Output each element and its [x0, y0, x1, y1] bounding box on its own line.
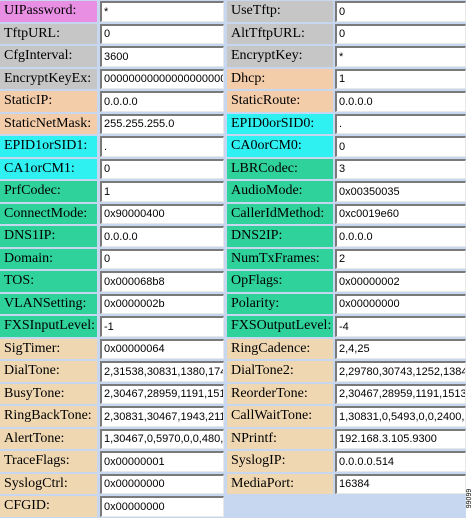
num-tx-frames-label: NumTxFrames:: [227, 248, 333, 269]
cfgid-input[interactable]: 0x00000000: [100, 496, 224, 517]
epid1or-sid1-input[interactable]: .: [100, 136, 224, 157]
call-wait-tone-label: CallWaitTone:: [227, 406, 333, 427]
sig-timer-label: SigTimer:: [0, 338, 97, 359]
uipassword-input[interactable]: *: [100, 1, 224, 22]
nprintf-input[interactable]: 192.168.3.105.9300: [335, 428, 466, 449]
ring-back-tone-input[interactable]: 2,30831,30467,1943,2111,: [100, 406, 224, 427]
use-tftp-label: UseTftp:: [227, 1, 333, 22]
cfgid-label: CFGID:: [0, 496, 97, 517]
syslog-ctrl-input[interactable]: 0x00000000: [100, 473, 224, 494]
uipassword-label: UIPassword:: [0, 1, 97, 22]
static-net-mask-input[interactable]: 255.255.255.0: [100, 113, 224, 134]
ca0or-cm0-label: CA0orCM0:: [227, 136, 333, 157]
reorder-tone-label: ReorderTone:: [227, 383, 333, 404]
static-route-input[interactable]: 0.0.0.0: [335, 91, 466, 112]
op-flags-input[interactable]: 0x00000002: [335, 271, 466, 292]
call-wait-tone-input[interactable]: 1,30831,0,5493,0,0,2400,2: [335, 406, 466, 427]
dial-tone-input[interactable]: 2,31538,30831,1380,1740,: [100, 361, 224, 382]
busy-tone-label: BusyTone:: [0, 383, 97, 404]
cfg-interval-input[interactable]: 3600: [100, 46, 224, 67]
connect-mode-input[interactable]: 0x90000400: [100, 203, 224, 224]
caller-id-method-input[interactable]: 0xc0019e60: [335, 203, 466, 224]
tftp-url-label: TftpURL:: [0, 23, 97, 44]
op-flags-label: OpFlags:: [227, 271, 333, 292]
encrypt-key-label: EncryptKey:: [227, 46, 333, 67]
fxsinput-level-label: FXSInputLevel:: [0, 316, 97, 337]
prf-codec-input[interactable]: 1: [100, 181, 224, 202]
dns2ip-input[interactable]: 0.0.0.0: [335, 226, 466, 247]
busy-tone-input[interactable]: 2,30467,28959,1191,1513,: [100, 383, 224, 404]
static-net-mask-label: StaticNetMask:: [0, 113, 97, 134]
alert-tone-label: AlertTone:: [0, 428, 97, 449]
media-port-label: MediaPort:: [227, 473, 333, 494]
nprintf-label: NPrintf:: [227, 428, 333, 449]
dns1ip-label: DNS1IP:: [0, 226, 97, 247]
dial-tone-label: DialTone:: [0, 361, 97, 382]
trace-flags-input[interactable]: 0x00000001: [100, 451, 224, 472]
media-port-input[interactable]: 16384: [335, 473, 466, 494]
ring-cadence-label: RingCadence:: [227, 338, 333, 359]
figure-id: 99099: [466, 482, 474, 514]
ca1or-cm1-input[interactable]: 0: [100, 158, 224, 179]
audio-mode-label: AudioMode:: [227, 181, 333, 202]
cfg-interval-label: CfgInterval:: [0, 46, 97, 67]
tos-input[interactable]: 0x000068b8: [100, 271, 224, 292]
use-tftp-input[interactable]: 0: [335, 1, 466, 22]
epid0or-sid0-input[interactable]: .: [335, 113, 466, 134]
ring-back-tone-label: RingBackTone:: [0, 406, 97, 427]
figure-id-text: 99099: [466, 488, 474, 508]
dns2ip-label: DNS2IP:: [227, 226, 333, 247]
static-route-label: StaticRoute:: [227, 91, 333, 112]
static-ip-input[interactable]: 0.0.0.0: [100, 91, 224, 112]
trace-flags-label: TraceFlags:: [0, 451, 97, 472]
config-form: UIPassword: * UseTftp: 0 TftpURL: 0 AltTftpURL…: [0, 0, 466, 518]
sig-timer-input[interactable]: 0x00000064: [100, 338, 224, 359]
dial-tone2-label: DialTone2:: [227, 361, 333, 382]
dhcp-input[interactable]: 1: [335, 68, 466, 89]
domain-input[interactable]: 0: [100, 248, 224, 269]
polarity-input[interactable]: 0x00000000: [335, 293, 466, 314]
ring-cadence-input[interactable]: 2,4,25: [335, 338, 466, 359]
polarity-label: Polarity:: [227, 293, 333, 314]
epid1or-sid1-label: EPID1orSID1:: [0, 136, 97, 157]
syslog-ctrl-label: SyslogCtrl:: [0, 473, 97, 494]
dial-tone2-input[interactable]: 2,29780,30743,1252,1384,: [335, 361, 466, 382]
encrypt-key-ex-label: EncryptKeyEx:: [0, 68, 97, 89]
tos-label: TOS:: [0, 271, 97, 292]
fxsoutput-level-label: FXSOutputLevel:: [227, 316, 333, 337]
encrypt-key-ex-input[interactable]: 000000000000000000000: [100, 68, 224, 89]
reorder-tone-input[interactable]: 2,30467,28959,1191,1513,: [335, 383, 466, 404]
lbrcodec-label: LBRCodec:: [227, 158, 333, 179]
syslog-ip-label: SyslogIP:: [227, 451, 333, 472]
connect-mode-label: ConnectMode:: [0, 203, 97, 224]
caller-id-method-label: CallerIdMethod:: [227, 203, 333, 224]
syslog-ip-input[interactable]: 0.0.0.0.514: [335, 451, 466, 472]
alert-tone-input[interactable]: 1,30467,0,5970,0,0,480,48: [100, 428, 224, 449]
ca0or-cm0-input[interactable]: 0: [335, 136, 466, 157]
lbrcodec-input[interactable]: 3: [335, 158, 466, 179]
fxsinput-level-input[interactable]: -1: [100, 316, 224, 337]
vlansetting-input[interactable]: 0x0000002b: [100, 293, 224, 314]
audio-mode-input[interactable]: 0x00350035: [335, 181, 466, 202]
dhcp-label: Dhcp:: [227, 68, 333, 89]
num-tx-frames-input[interactable]: 2: [335, 248, 466, 269]
tftp-url-input[interactable]: 0: [100, 23, 224, 44]
static-ip-label: StaticIP:: [0, 91, 97, 112]
alt-tftp-url-label: AltTftpURL:: [227, 23, 333, 44]
vlansetting-label: VLANSetting:: [0, 293, 97, 314]
dns1ip-input[interactable]: 0.0.0.0: [100, 226, 224, 247]
encrypt-key-input[interactable]: *: [335, 46, 466, 67]
fxsoutput-level-input[interactable]: -4: [335, 316, 466, 337]
epid0or-sid0-label: EPID0orSID0:: [227, 113, 333, 134]
prf-codec-label: PrfCodec:: [0, 181, 97, 202]
alt-tftp-url-input[interactable]: 0: [335, 23, 466, 44]
ca1or-cm1-label: CA1orCM1:: [0, 158, 97, 179]
domain-label: Domain:: [0, 248, 97, 269]
